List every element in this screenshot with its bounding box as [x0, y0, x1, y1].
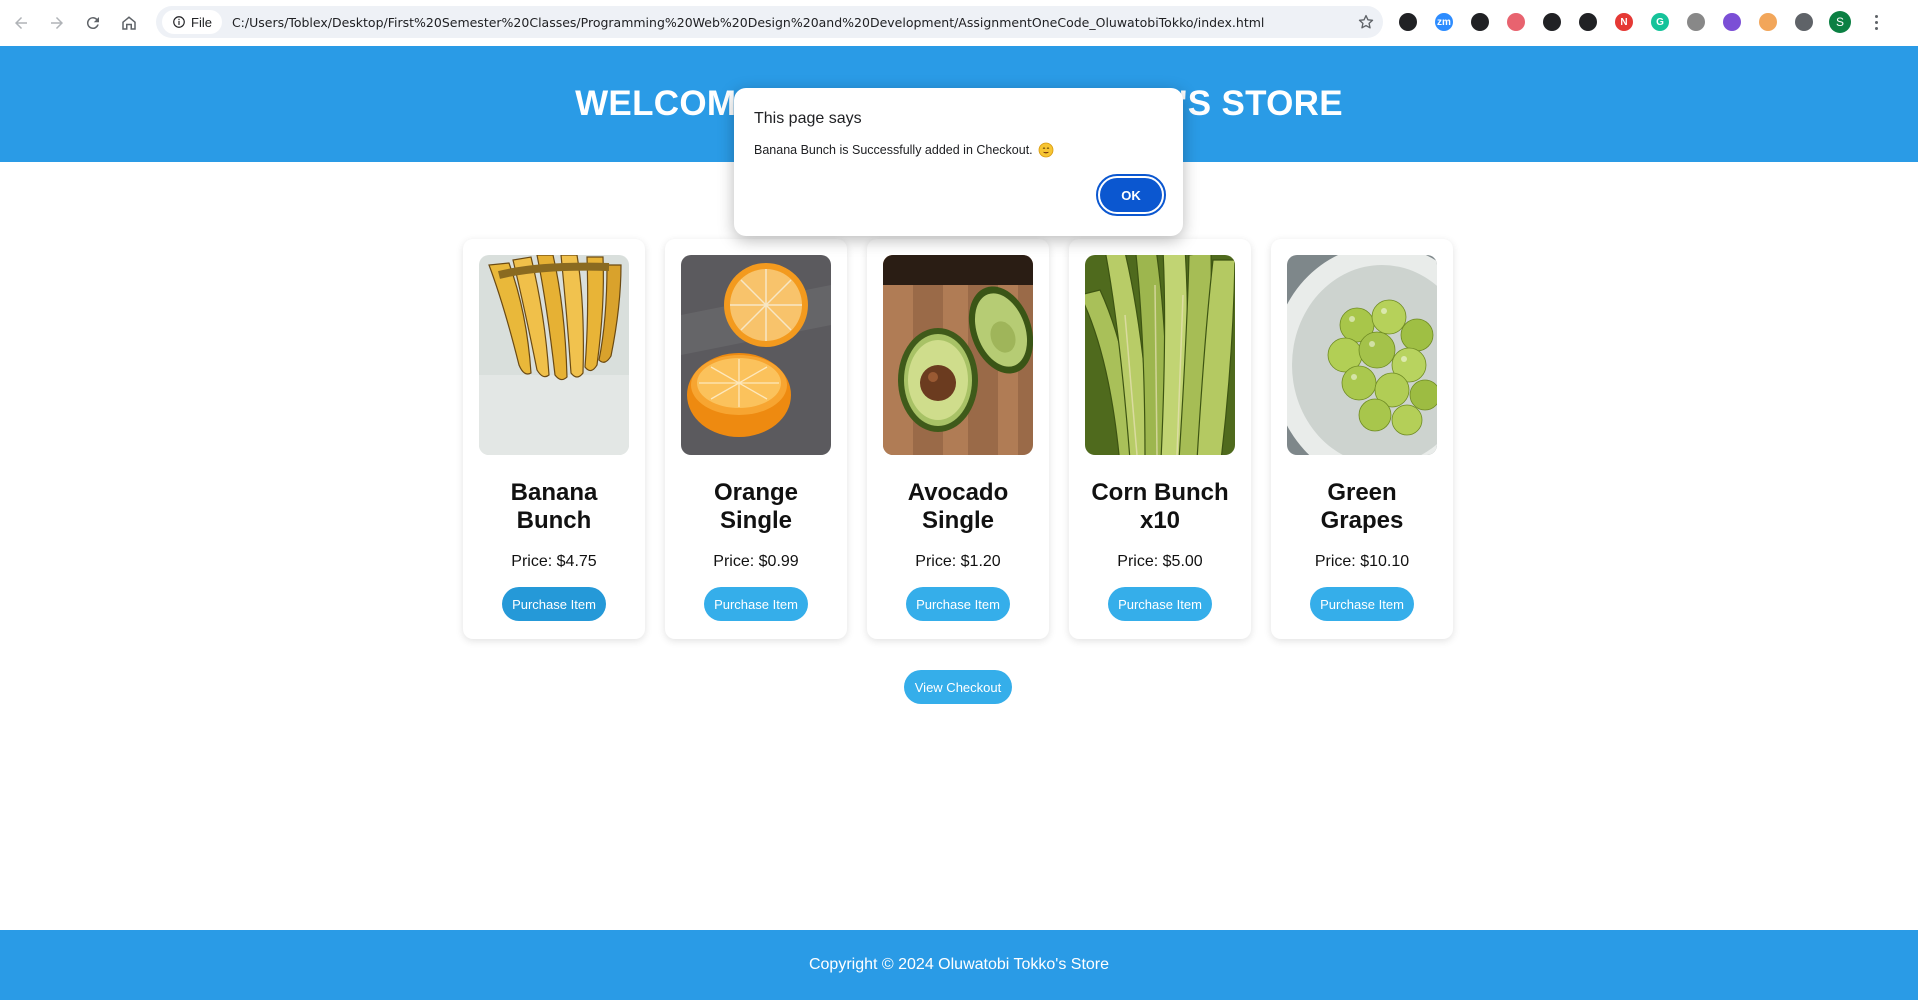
purchase-item-button[interactable]: Purchase Item: [704, 587, 808, 621]
price-label: Price:: [1314, 553, 1356, 570]
extensions-bar: zm N G S: [1392, 6, 1892, 38]
avocado-image: [883, 255, 1033, 455]
price-value: $10.10: [1360, 553, 1410, 570]
browser-toolbar: File C:/Users/Toblex/Desktop/First%20Sem…: [0, 0, 1918, 46]
price-label: Price:: [915, 553, 957, 570]
profile-button[interactable]: S: [1824, 6, 1856, 38]
orange-image: [681, 255, 831, 455]
price-label: Price:: [713, 553, 755, 570]
arrow-right-icon: [51, 17, 63, 29]
price-label: Price:: [1117, 553, 1159, 570]
product-name: Orange Single: [713, 479, 799, 534]
shield-extension-icon[interactable]: [1500, 6, 1532, 38]
corn-image: [1085, 255, 1235, 455]
back-button[interactable]: [3, 5, 39, 41]
site-footer: Copyright © 2024 Oluwatobi Tokko's Store: [0, 930, 1918, 1000]
circle-extension-icon[interactable]: [1716, 6, 1748, 38]
product-price: Price: $1.20: [915, 553, 1000, 571]
arrow-left-icon: [15, 17, 27, 29]
page-viewport: WELCOME TO OLUWATOBI TOKKO'S STORE ORDER…: [0, 46, 1918, 1000]
alert-dialog: This page says Banana Bunch is Successfu…: [734, 88, 1183, 236]
product-name: Corn Bunch x10: [1091, 479, 1229, 534]
pen-extension-icon[interactable]: [1572, 6, 1604, 38]
price-value: $1.20: [960, 553, 1001, 570]
product-card: Corn Bunch x10 Price: $5.00 Purchase Ite…: [1069, 239, 1251, 639]
banana-image: [479, 255, 629, 455]
more-vert-icon: [1866, 14, 1886, 30]
sync-extension-icon-glyph: [1543, 13, 1561, 31]
dialog-message: Banana Bunch is Successfully added in Ch…: [754, 142, 1054, 158]
ghost-extension-icon-glyph: [1399, 13, 1417, 31]
pen-extension-icon-glyph: [1579, 13, 1597, 31]
puzzle-extension-icon-glyph: [1687, 13, 1705, 31]
grid-extension-icon[interactable]: [1464, 6, 1496, 38]
zoom-extension-icon-glyph: zm: [1435, 13, 1453, 31]
ghost-extension-icon[interactable]: [1392, 6, 1424, 38]
product-card: Banana Bunch Price: $4.75 Purchase Item: [463, 239, 645, 639]
product-card: Orange Single Price: $0.99 Purchase Item: [665, 239, 847, 639]
product-list: Banana Bunch Price: $4.75 Purchase Item …: [463, 239, 1453, 639]
url-text[interactable]: C:/Users/Toblex/Desktop/First%20Semester…: [232, 15, 1349, 30]
circle-extension-icon-glyph: [1723, 13, 1741, 31]
extensions-puzzle-icon-glyph: [1795, 13, 1813, 31]
product-price: Price: $0.99: [713, 553, 798, 571]
dialog-ok-button[interactable]: OK: [1096, 174, 1166, 216]
avatar: S: [1829, 11, 1851, 33]
purchase-item-button[interactable]: Purchase Item: [502, 587, 606, 621]
zoom-extension-icon[interactable]: zm: [1428, 6, 1460, 38]
forward-button[interactable]: [39, 5, 75, 41]
purchase-item-button[interactable]: Purchase Item: [1310, 587, 1414, 621]
home-icon: [122, 16, 136, 30]
purchase-item-button[interactable]: Purchase Item: [1108, 587, 1212, 621]
square-extension-icon[interactable]: [1752, 6, 1784, 38]
price-value: $5.00: [1162, 553, 1203, 570]
sync-extension-icon[interactable]: [1536, 6, 1568, 38]
grammarly-extension-icon[interactable]: G: [1644, 6, 1676, 38]
site-info-chip[interactable]: File: [162, 10, 222, 34]
purchase-item-button[interactable]: Purchase Item: [906, 587, 1010, 621]
n-extension-icon[interactable]: N: [1608, 6, 1640, 38]
n-extension-icon-glyph: N: [1615, 13, 1633, 31]
product-name: Green Grapes: [1320, 479, 1404, 534]
price-value: $0.99: [758, 553, 799, 570]
home-button[interactable]: [111, 5, 147, 41]
product-price: Price: $4.75: [511, 553, 596, 571]
address-bar[interactable]: File C:/Users/Toblex/Desktop/First%20Sem…: [156, 6, 1383, 38]
ok-button-label: OK: [1100, 178, 1162, 212]
info-icon: [173, 16, 185, 28]
product-card: Green Grapes Price: $10.10 Purchase Item: [1271, 239, 1453, 639]
dialog-title: This page says: [754, 110, 862, 127]
site-chip-label: File: [191, 14, 212, 30]
star-icon: [1358, 14, 1374, 29]
product-name: Avocado Single: [907, 479, 1009, 534]
grammarly-extension-icon-glyph: G: [1651, 13, 1669, 31]
price-label: Price:: [511, 553, 553, 570]
product-price: Price: $5.00: [1117, 553, 1202, 571]
price-value: $4.75: [556, 553, 597, 570]
smiley-face-icon: [1038, 142, 1054, 158]
reload-icon: [86, 17, 99, 30]
puzzle-extension-icon[interactable]: [1680, 6, 1712, 38]
browser-menu-button[interactable]: [1860, 6, 1892, 38]
product-name: Banana Bunch: [510, 479, 598, 534]
square-extension-icon-glyph: [1759, 13, 1777, 31]
product-price: Price: $10.10: [1315, 553, 1409, 571]
view-checkout-button[interactable]: View Checkout: [904, 670, 1012, 704]
dialog-message-text: Banana Bunch is Successfully added in Ch…: [754, 143, 1033, 157]
shield-extension-icon-glyph: [1507, 13, 1525, 31]
reload-button[interactable]: [75, 5, 111, 41]
bookmark-button[interactable]: [1349, 7, 1383, 37]
product-card: Avocado Single Price: $1.20 Purchase Ite…: [867, 239, 1049, 639]
extensions-puzzle-icon[interactable]: [1788, 6, 1820, 38]
grid-extension-icon-glyph: [1471, 13, 1489, 31]
grapes-image: [1287, 255, 1437, 455]
copyright-text: Copyright © 2024 Oluwatobi Tokko's Store: [808, 956, 1110, 973]
